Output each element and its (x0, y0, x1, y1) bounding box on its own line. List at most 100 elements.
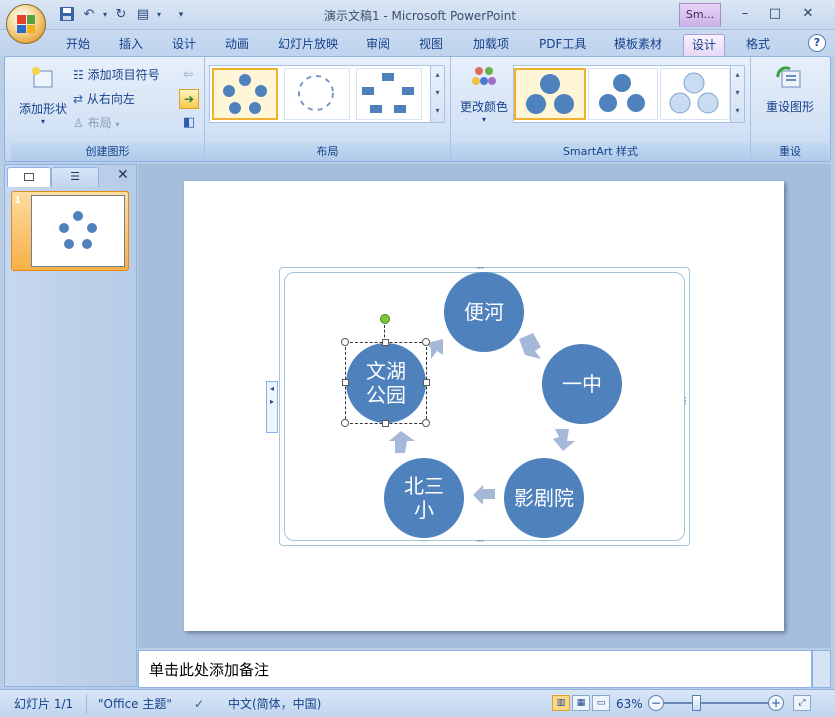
slideshow-icon[interactable]: ▭ (592, 695, 610, 711)
layout-button: ♙ 布局 ▾ (73, 116, 120, 130)
status-bar: 幻灯片 1/1 "Office 主题" ✓ 中文(简体，中国) ▥ ▦ ▭ 63… (0, 689, 835, 717)
style-simple-fill[interactable] (514, 68, 586, 120)
language-indicator[interactable]: 中文(简体，中国) (228, 695, 321, 713)
zoom-out-icon[interactable]: − (648, 695, 664, 711)
smartart-styles-group-label: SmartArt 样式 (451, 143, 750, 161)
close-pane-icon[interactable]: ✕ (117, 167, 129, 183)
tab-review[interactable]: 审阅 (358, 34, 398, 56)
fit-to-window-icon[interactable]: ⤢ (793, 695, 811, 711)
text-pane-toggle[interactable]: ◂ ▸ (266, 381, 278, 433)
zoom-level[interactable]: 63% (616, 695, 643, 713)
change-colors-button[interactable]: 更改颜色 ▾ (455, 63, 513, 133)
smartart-node-2[interactable]: 一中 (542, 344, 622, 424)
tab-outline[interactable]: ☰ (51, 167, 99, 187)
tab-slideshow[interactable]: 幻灯片放映 (270, 34, 346, 56)
status-divider (86, 694, 87, 714)
reset-graphic-label: 重设图形 (765, 100, 814, 114)
resize-handle-w[interactable] (342, 379, 349, 386)
style-white-outline[interactable] (588, 68, 658, 120)
resize-handle-se[interactable] (422, 419, 430, 427)
add-shape-dropdown-icon: ▾ (40, 117, 45, 126)
tab-addins[interactable]: 加载项 (465, 34, 517, 56)
group-create-graphic: 添加形状 ▾ ☷ 添加项目符号 ⇄ 从右向左 ♙ 布局 ▾ ⇦ ➔ ◧ 创建图形 (11, 57, 205, 161)
tab-slides[interactable] (7, 167, 51, 187)
layout-text-cycle[interactable] (284, 68, 350, 120)
theme-name[interactable]: "Office 主题" (98, 695, 172, 713)
minimize-button[interactable]: – (734, 4, 756, 24)
layout-block-cycle[interactable] (356, 68, 422, 120)
spell-check-icon[interactable]: ✓ (194, 695, 204, 713)
reset-graphic-icon (776, 66, 801, 88)
add-shape-button[interactable]: 添加形状 ▾ (17, 63, 69, 133)
rotation-handle[interactable] (380, 314, 390, 324)
zoom-slider-track[interactable] (664, 702, 768, 704)
resize-handle-e[interactable] (423, 379, 430, 386)
ribbon-tabs: 开始 插入 设计 动画 幻灯片放映 审阅 视图 加载项 PDF工具 模板素材 设… (0, 30, 835, 56)
promote-icon: ⇦ (183, 67, 194, 81)
demote-icon[interactable]: ➔ (179, 89, 199, 109)
notes-scrollbar[interactable] (812, 650, 831, 688)
layout-basic-cycle[interactable] (212, 68, 278, 120)
smartart-node-4[interactable]: 北三小 (384, 458, 464, 538)
bullet-list-icon: ☷ (73, 68, 84, 82)
tab-animations[interactable]: 动画 (217, 34, 257, 56)
layout-label: 布局 (87, 116, 112, 130)
help-icon[interactable]: ? (808, 34, 826, 52)
layouts-gallery-scroll[interactable]: ▴ ▾ ▾ (430, 66, 444, 122)
notes-pane[interactable]: 单击此处添加备注 (138, 650, 812, 688)
save-icon[interactable] (58, 6, 76, 24)
arrow-4-to-5 (389, 431, 415, 453)
smartart-node-1[interactable]: 便河 (444, 272, 524, 352)
office-logo-icon (17, 15, 35, 33)
group-smartart-styles: 更改颜色 ▾ ▴ ▾ ▾ SmartArt 样式 (451, 57, 751, 161)
resize-handle-s[interactable] (382, 420, 389, 427)
slide-sorter-icon[interactable]: ▦ (572, 695, 590, 711)
reset-graphic-button[interactable]: 重设图形 (755, 63, 825, 123)
smartart-tools-context-title: Sm... (679, 3, 721, 27)
redo-icon[interactable]: ↻ (112, 6, 130, 24)
tab-design[interactable]: 设计 (164, 34, 204, 56)
tab-insert[interactable]: 插入 (111, 34, 151, 56)
resize-handle-nw[interactable] (341, 338, 349, 346)
tab-view[interactable]: 视图 (411, 34, 451, 56)
window-title: 演示文稿1 - Microsoft PowerPoint (323, 9, 517, 23)
normal-view-icon[interactable]: ▥ (552, 695, 570, 711)
outline-tab-icon: ☰ (70, 170, 80, 183)
arrow-2-to-3 (553, 429, 575, 451)
qat-dropdown-icon[interactable]: ▾ (150, 6, 168, 24)
right-to-left-button[interactable]: ⇄ 从右向左 (73, 89, 135, 109)
zoom-in-icon[interactable]: + (768, 695, 784, 711)
arrow-1-to-2 (519, 333, 541, 359)
tab-smartart-design[interactable]: 设计 (683, 34, 726, 56)
resize-handle-ne[interactable] (422, 338, 430, 346)
office-button[interactable] (6, 4, 46, 44)
tab-templates[interactable]: 模板素材 (606, 34, 670, 56)
tab-smartart-format[interactable]: 格式 (738, 34, 778, 56)
selection-box (345, 342, 427, 424)
resize-handle-n[interactable] (382, 339, 389, 346)
styles-gallery: ▴ ▾ ▾ (513, 65, 745, 123)
resize-handle-sw[interactable] (341, 419, 349, 427)
text-pane-icon[interactable]: ◧ (183, 115, 195, 130)
create-graphic-group-label: 创建图形 (11, 143, 204, 161)
zoom-slider-thumb[interactable] (692, 695, 701, 711)
maximize-button[interactable]: □ (764, 4, 786, 24)
slide-thumbnail[interactable] (31, 195, 125, 267)
customize-qat-icon[interactable]: ▾ (172, 6, 190, 24)
right-to-left-icon: ⇄ (73, 92, 84, 106)
smartart-node-3[interactable]: 影剧院 (504, 458, 584, 538)
reset-group-label: 重设 (751, 143, 829, 161)
close-button[interactable]: ✕ (797, 4, 819, 24)
tab-pdf-tools[interactable]: PDF工具 (531, 34, 594, 56)
tab-home[interactable]: 开始 (58, 34, 98, 56)
add-bullet-button[interactable]: ☷ 添加项目符号 (73, 65, 160, 85)
layouts-gallery: ▴ ▾ ▾ (209, 65, 445, 123)
style-subtle-effect[interactable] (660, 68, 730, 120)
slides-tab-icon (24, 173, 34, 181)
title-bar: 演示文稿1 - Microsoft PowerPoint Sm... – □ ✕… (0, 0, 835, 30)
change-colors-dropdown-icon: ▾ (481, 115, 486, 124)
slide-counter: 幻灯片 1/1 (14, 697, 74, 711)
right-to-left-label: 从右向左 (86, 92, 135, 106)
styles-gallery-scroll[interactable]: ▴ ▾ ▾ (730, 66, 744, 122)
slide-number: 1 (14, 195, 21, 206)
